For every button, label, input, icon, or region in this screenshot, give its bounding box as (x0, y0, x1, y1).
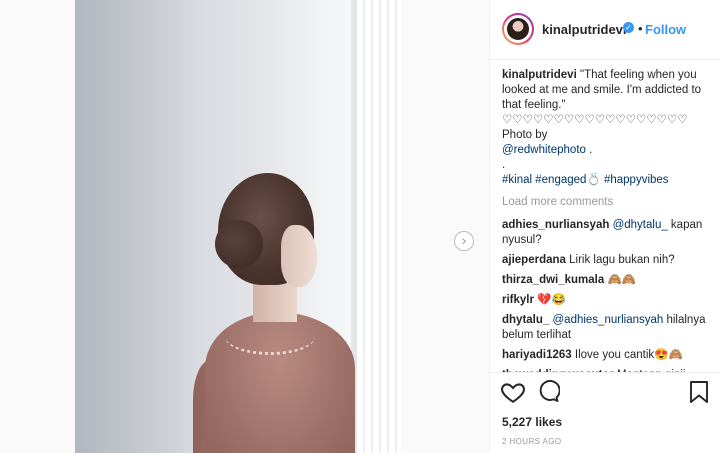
comments-list: kinalputridevi "That feeling when you lo… (502, 68, 714, 388)
photo-face (281, 225, 317, 287)
hashtag-happyvibes[interactable]: #happyvibes (604, 174, 669, 186)
header-separator: • (638, 21, 643, 36)
hashtag-kinal[interactable]: #kinal (502, 174, 532, 186)
comment-bubble-icon[interactable] (536, 379, 560, 403)
photo-necklace (225, 318, 315, 355)
post-photo[interactable] (75, 0, 401, 453)
caption-photo-by: Photo by (502, 129, 548, 141)
comment-item: hariyadi1263 Ilove you cantik😍🙈 (502, 348, 714, 363)
comment-mention[interactable]: @adhies_nurliansyah (553, 314, 664, 326)
follow-button[interactable]: Follow (645, 22, 686, 37)
caption-photo-credit-link[interactable]: @redwhitephoto (502, 144, 586, 156)
post-side-panel: kinalputridevi ✓ • Follow kinalputridevi… (489, 0, 720, 453)
header-username[interactable]: kinalputridevi (542, 22, 627, 37)
comment-username[interactable]: thirza_dwi_kumala (502, 274, 604, 286)
caption-photo-end: . (585, 144, 593, 156)
comment-username[interactable]: ajieperdana (502, 254, 566, 266)
caption-hearts: ♡♡♡♡♡♡♡♡♡♡♡♡♡♡♡♡♡♡ (502, 114, 688, 126)
next-photo-arrow-icon[interactable]: › (454, 231, 474, 251)
photo-wall-shadow (75, 0, 195, 453)
comment-username[interactable]: hariyadi1263 (502, 349, 572, 361)
photo-window-blinds (357, 0, 401, 453)
load-more-comments-button[interactable]: Load more comments (502, 195, 714, 210)
ring-emoji-icon: 💍 (586, 174, 601, 186)
post-actions-bar: 5,227 likes 2 HOURS AGO (490, 372, 720, 453)
comment-mention[interactable]: @dhytalu_ (613, 219, 668, 231)
caption-username[interactable]: kinalputridevi (502, 69, 577, 81)
comment-username[interactable]: dhytalu_ (502, 314, 549, 326)
photo-hair-bun (215, 220, 263, 268)
comment-username[interactable]: rifkylr (502, 294, 534, 306)
comment-text: 🙈🙈 (607, 274, 637, 286)
post-timestamp[interactable]: 2 HOURS AGO (502, 437, 562, 446)
comment-item: thirza_dwi_kumala 🙈🙈 (502, 273, 714, 288)
heart-icon[interactable] (500, 379, 526, 405)
bookmark-icon[interactable] (688, 380, 710, 404)
avatar-frame (504, 15, 532, 43)
comment-item: rifkylr 💔😂 (502, 293, 714, 308)
comment-text: Lirik lagu bukan nih? (569, 254, 675, 266)
comment-item: dhytalu_ @adhies_nurliansyah hilalnya be… (502, 313, 714, 343)
comment-item: ajieperdana Lirik lagu bukan nih? (502, 253, 714, 268)
comment-text: 💔😂 (537, 294, 566, 306)
verified-badge-icon: ✓ (623, 22, 634, 33)
hashtag-engaged[interactable]: #engaged (535, 174, 586, 186)
comment-text: Ilove you cantik😍🙈 (574, 349, 683, 361)
avatar-image (507, 18, 529, 40)
comment-username[interactable]: adhies_nurliansyah (502, 219, 609, 231)
likes-count[interactable]: 5,227 likes (502, 415, 562, 429)
caption: kinalputridevi "That feeling when you lo… (502, 68, 714, 188)
avatar[interactable] (502, 13, 534, 45)
post-header: kinalputridevi ✓ • Follow (490, 0, 720, 60)
comment-item: adhies_nurliansyah @dhytalu_ kapan nyusu… (502, 218, 714, 248)
caption-dot: . (502, 159, 506, 171)
